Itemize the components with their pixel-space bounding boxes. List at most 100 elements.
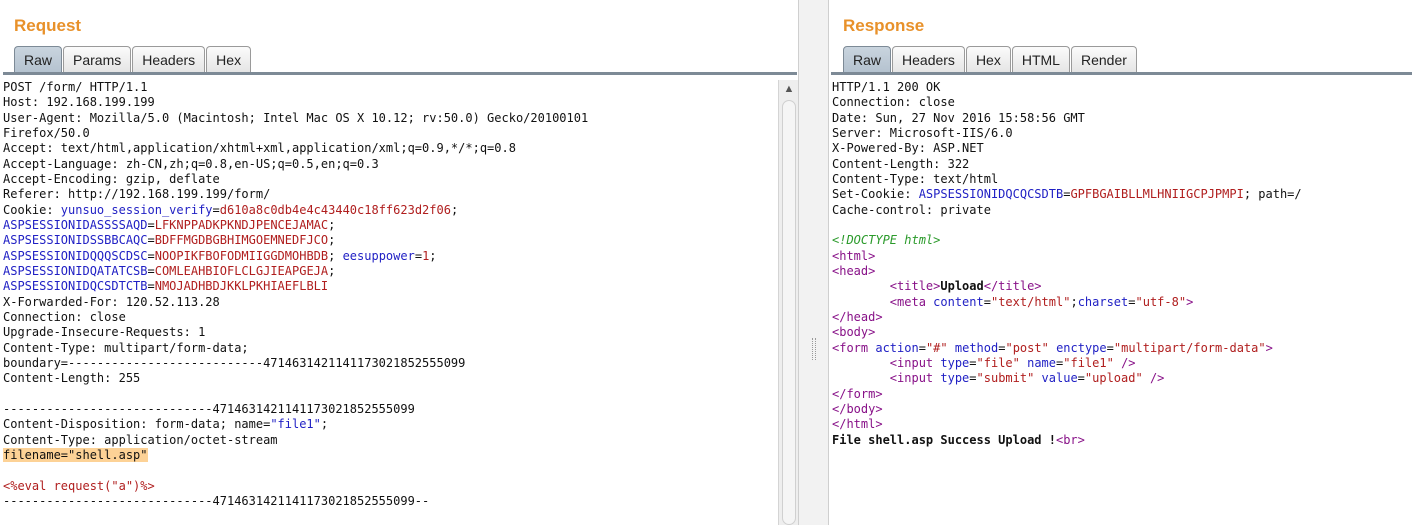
response-token: > [1186,294,1194,309]
response-editor[interactable]: HTTP/1.1 200 OK Connection: close Date: Su… [832,80,1413,525]
pane-splitter[interactable] [798,0,829,525]
response-token: HTTP/1.1 200 OK [832,80,941,94]
response-token: "submit" [976,371,1035,386]
request-token: Upgrade-Insecure-Requests: 1 [3,325,206,340]
response-tab-raw[interactable]: Raw [843,46,892,73]
response-token: <html> [832,248,876,263]
request-tab-headers[interactable]: Headers [132,46,206,73]
response-token: </head> [832,309,883,324]
request-tab-params[interactable]: Params [63,46,132,73]
request-line [3,387,778,402]
request-line: -----------------------------47146314211… [3,402,778,417]
request-token: = [147,217,155,232]
response-token: /> [1149,371,1165,386]
response-token: Server: Microsoft-IIS/6.0 [832,125,1013,140]
response-token: "post" [1005,340,1049,355]
response-token: Set-Cookie: [832,187,919,202]
response-token [832,279,890,293]
response-token: <body> [832,325,876,340]
scroll-up-arrow-icon[interactable]: ▲ [781,82,797,96]
response-token: <meta [889,294,934,309]
request-line: ASPSESSIONIDSSBBCAQC=BDFFMGDBGBHIMGOEMNE… [3,233,778,248]
request-token: filename="shell.asp" [3,447,148,462]
request-token: Connection: close [3,309,126,324]
response-line: Content-Type: text/html [832,172,1413,187]
response-line: </head> [832,310,1413,325]
response-token: = [1077,371,1085,386]
splitter-grip-icon[interactable] [812,338,816,360]
response-token [1114,356,1121,370]
request-line: boundary=---------------------------4714… [3,356,778,371]
response-token: </html> [832,417,883,432]
response-line: Set-Cookie: ASPSESSIONIDQCQCSDTB=GPFBGAI… [832,187,1413,202]
request-token: ASPSESSIONIDASSSSAQD [3,217,148,232]
request-line: ASPSESSIONIDQQQSCDSC=NOOPIKFBOFODMIIGGDM… [3,249,778,264]
request-line: ASPSESSIONIDQCSDTCTB=NMOJADHBDJKKLPKHIAE… [3,279,778,294]
request-line: X-Forwarded-For: 120.52.113.28 [3,295,778,310]
response-token: content [933,294,984,309]
request-tab-underline [3,72,797,75]
request-token: ASPSESSIONIDQQQSCDSC [3,248,148,263]
request-editor[interactable]: POST /form/ HTTP/1.1 Host: 192.168.199.19… [3,80,778,525]
request-token: = [147,279,155,294]
request-line: Accept-Encoding: gzip, deflate [3,172,778,187]
response-line: <head> [832,264,1413,279]
request-token: ; [429,248,437,263]
request-token: ASPSESSIONIDQCSDTCTB [3,279,148,294]
request-token: Firefox/50.0 [3,125,90,140]
request-token: Content-Length: 255 [3,371,141,386]
response-token: value [1041,371,1078,386]
request-scrollbar[interactable]: ▲ [778,80,798,525]
response-token: = [918,340,926,355]
response-token: ASPSESSIONIDQCQCSDTB [918,187,1064,202]
request-tab-hex[interactable]: Hex [206,46,252,73]
request-token: Content-Disposition: form-data; name= [3,417,271,432]
response-token: = [1128,294,1136,309]
request-tab-raw[interactable]: Raw [14,46,63,73]
request-line: Referer: http://192.168.199.199/form/ [3,187,778,202]
response-token: "multipart/form-data" [1113,340,1266,355]
response-token: Content-Length: 322 [832,156,970,171]
response-token: action [875,340,919,355]
response-token: method [954,340,999,355]
request-token: ASPSESSIONIDSSBBCAQC [3,233,148,248]
request-line: ASPSESSIONIDQATATCSB=COMLEAHBIOFLCLGJIEA… [3,264,778,279]
response-token [832,295,890,309]
request-line: Content-Type: multipart/form-data; [3,341,778,356]
request-token: ; [328,263,336,278]
request-token: ; [320,417,329,432]
request-token: -----------------------------47146314211… [3,401,415,416]
response-token: <title> [889,279,941,294]
request-token: ; [450,202,459,217]
response-token: = [1106,340,1114,355]
request-line: Host: 192.168.199.199 [3,95,778,110]
request-token: ; [328,217,336,232]
request-token: Host: 192.168.199.199 [3,95,155,110]
scroll-thumb[interactable] [782,100,796,525]
response-token [948,341,955,355]
response-tab-headers[interactable]: Headers [892,46,965,73]
response-token: <input [889,355,941,370]
response-pane: Response Raw Headers Hex HTML Render HTT… [829,0,1413,525]
response-token: "upload" [1084,371,1143,386]
response-tab-render[interactable]: Render [1070,46,1137,73]
request-line: ASPSESSIONIDASSSSAQD=LFKNPPADKPKNDJPENCE… [3,218,778,233]
response-tab-hex[interactable]: Hex [965,46,1011,73]
request-token: Content-Type: multipart/form-data; [3,340,249,355]
request-token: = [147,248,155,263]
response-token: </title> [983,279,1042,294]
request-token: = [414,248,423,263]
request-token: LFKNPPADKPKNDJPENCEJAMAC [154,217,329,232]
response-line: <input type="submit" value="upload" /> [832,371,1413,386]
response-tab-html[interactable]: HTML [1011,46,1070,73]
request-line: Connection: close [3,310,778,325]
response-token: "text/html" [990,294,1071,309]
response-line: <html> [832,249,1413,264]
response-token: = [969,371,977,386]
request-line: User-Agent: Mozilla/5.0 (Macintosh; Inte… [3,111,778,126]
request-line: Content-Length: 255 [3,371,778,386]
request-title: Request [14,16,82,35]
request-line: Accept: text/html,application/xhtml+xml,… [3,141,778,156]
request-token: BDFFMGDBGBHIMGOEMNEDFJCO [154,233,329,248]
request-token: d610a8c0db4e4c43440c18ff623d2f06 [219,202,451,217]
